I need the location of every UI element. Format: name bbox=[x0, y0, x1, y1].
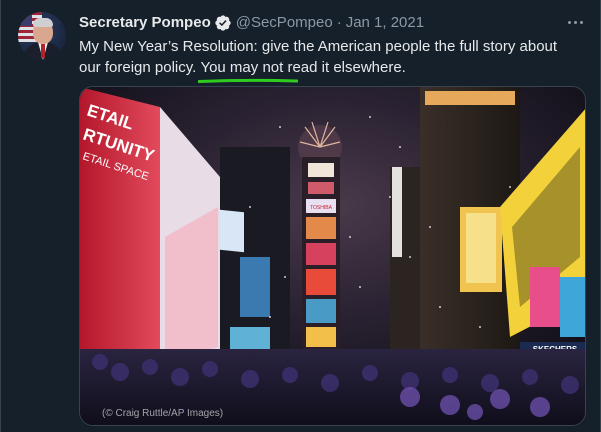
tweet-header: Secretary Pompeo @SecPompeo · Jan 1, 202… bbox=[79, 13, 424, 33]
separator-dot: · bbox=[336, 14, 342, 31]
avatar-hair bbox=[33, 18, 53, 27]
tweet-text: My New Year’s Resolution: give the Ameri… bbox=[79, 36, 579, 83]
verified-badge-icon bbox=[215, 15, 231, 31]
tweet-card[interactable]: Secretary Pompeo @SecPompeo · Jan 1, 202… bbox=[0, 0, 601, 432]
avatar-tie bbox=[41, 44, 45, 58]
author-handle[interactable]: @SecPompeo bbox=[236, 13, 333, 33]
green-underline-annotation bbox=[198, 78, 299, 83]
photo-credit: (© Craig Ruttle/AP Images) bbox=[102, 408, 224, 419]
avatar[interactable] bbox=[18, 12, 66, 60]
one-times-square: TOSHIBA bbox=[302, 157, 340, 357]
flag-canton bbox=[18, 12, 32, 26]
tweet-photo[interactable]: TOSHIBA ETAIL RTUNITY ETAIL SPACE (© Cra… bbox=[79, 86, 586, 426]
tweet-date[interactable]: Jan 1, 2021 bbox=[346, 13, 424, 33]
more-horizontal-icon[interactable] bbox=[562, 12, 588, 32]
tweet-text-highlight: You may not read it elsewhere. bbox=[200, 59, 406, 76]
author-name[interactable]: Secretary Pompeo bbox=[79, 13, 211, 33]
tweet-text-highlight-wrap: You may not read it elsewhere. bbox=[198, 57, 406, 83]
toshiba-sign: TOSHIBA bbox=[310, 205, 333, 211]
times-square-photo: TOSHIBA ETAIL RTUNITY ETAIL SPACE bbox=[80, 87, 585, 425]
